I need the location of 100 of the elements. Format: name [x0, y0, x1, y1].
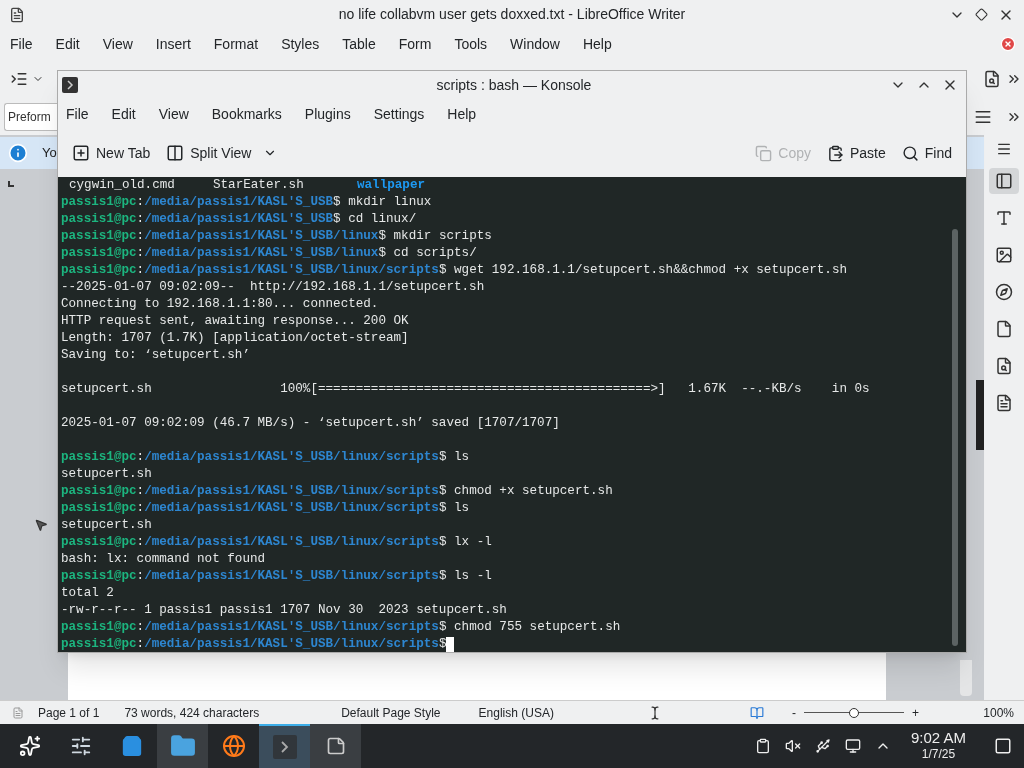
file-name: StarEater.sh	[213, 177, 305, 194]
image-icon	[995, 246, 1013, 264]
menu-item[interactable]: File	[66, 103, 89, 125]
taskbar-button[interactable]	[310, 724, 361, 768]
menu-item[interactable]: Settings	[373, 103, 425, 125]
menu-item[interactable]: Format	[213, 33, 259, 55]
zoom-percent: 100%	[983, 704, 1014, 722]
scrollbar[interactable]	[952, 229, 958, 646]
window-title: scripts : bash — Konsole	[435, 75, 593, 95]
terminal-icon	[272, 735, 297, 759]
store-icon	[120, 735, 143, 757]
zoom-in-button[interactable]: +	[911, 703, 919, 722]
menu-item[interactable]: Window	[510, 33, 560, 55]
toolbar-button[interactable]: Find	[893, 138, 960, 168]
launcher-icon	[18, 735, 41, 757]
terminal-line: bash: lx: command not found	[61, 551, 266, 568]
menu-item[interactable]: Plugins	[304, 103, 351, 125]
terminal-line: setupcert.sh	[61, 466, 152, 483]
page-icon	[995, 320, 1013, 338]
settings-icon	[69, 735, 92, 757]
terminal-line: passis1@pc:/media/passis1/KASL'S_USB/linux/scripts$ wget 192.168.1.1/setupcert.sh&&chmod +x setupcert.sh	[61, 262, 847, 279]
terminal-app-icon	[62, 77, 78, 93]
menu-item[interactable]: File	[10, 33, 33, 55]
browser-icon	[221, 734, 246, 758]
terminal-line: Saving to: ‘setupcert.sh’	[61, 347, 250, 364]
copy-icon	[755, 144, 773, 162]
toolbar-button[interactable]: New Tab	[64, 138, 159, 168]
infobar-text: Yo	[42, 144, 57, 163]
terminal-line: --2025-01-07 09:02:09-- http://192.168.1.1/setupcert.sh	[61, 279, 485, 296]
paste-icon	[826, 144, 844, 162]
terminal-line: 2025-01-07 09:02:09 (46.7 MB/s) - ‘setupcert.sh’ saved [1707/1707]	[61, 415, 560, 432]
page-style: Default Page Style	[341, 704, 441, 722]
view-layout-icon[interactable]	[749, 705, 764, 720]
document-icon	[995, 394, 1013, 412]
split-view-icon	[166, 144, 185, 162]
word-count: 73 words, 424 characters	[124, 704, 260, 722]
zoom-slider[interactable]	[803, 706, 904, 719]
save-status-icon	[12, 706, 24, 719]
terminal-line: setupcert.sh 100%[============================================>] 1.67K --.-KB/s in 0s	[61, 381, 870, 398]
terminal-line: passis1@pc:/media/passis1/KASL'S_USB/linux/scripts$ lx -l	[61, 534, 492, 551]
clipboard-icon[interactable]	[754, 738, 771, 754]
panel-icon	[995, 172, 1013, 190]
menu-item[interactable]: Help	[447, 103, 477, 125]
terminal-line: passis1@pc:/media/passis1/KASL'S_USB/linux$ mkdir scripts	[61, 228, 492, 245]
folder-icon	[169, 733, 196, 759]
terminal-line: -rw-r--r-- 1 passis1 passis1 1707 Nov 30 2023 setupcert.sh	[61, 602, 507, 619]
menu-icon[interactable]	[996, 141, 1012, 157]
paragraph-style-field[interactable]: Preform	[4, 103, 57, 131]
terminal-output[interactable]	[58, 177, 966, 652]
terminal-line: HTTP request sent, awaiting response... 200 OK	[61, 313, 409, 330]
info-icon	[8, 143, 28, 163]
volume-muted-icon[interactable]	[784, 738, 801, 754]
file-name: wallpaper	[357, 177, 426, 194]
show-desktop-icon[interactable]	[994, 737, 1012, 755]
menu-item[interactable]: Edit	[111, 103, 136, 125]
terminal-line: passis1@pc:/media/passis1/KASL'S_USB$ cd linux/	[61, 211, 417, 228]
menu-item[interactable]: View	[158, 103, 189, 125]
document-icon	[9, 6, 25, 23]
menu-item[interactable]: Bookmarks	[211, 103, 282, 125]
toolbar-button[interactable]: Split View	[158, 138, 286, 168]
terminal-line: setupcert.sh	[61, 517, 152, 534]
menu-item[interactable]: Table	[342, 33, 376, 55]
page-search-icon	[995, 357, 1013, 375]
new-tab-icon	[72, 144, 90, 162]
terminal-line: passis1@pc:/media/passis1/KASL'S_USB/linux/scripts$ ls	[61, 500, 470, 517]
terminal-line: total 2	[61, 585, 114, 602]
compass-icon	[995, 283, 1013, 301]
zoom-out-button[interactable]: -	[791, 703, 796, 722]
zoom-thumb[interactable]	[848, 707, 859, 718]
menu-item[interactable]: View	[102, 33, 133, 55]
sidebar-handle[interactable]	[976, 379, 984, 450]
menu-item[interactable]: Styles	[281, 33, 320, 55]
network-icon[interactable]	[844, 738, 861, 754]
clock-time[interactable]: 9:02 AM	[910, 730, 966, 746]
sidebar-tab[interactable]	[989, 168, 1019, 194]
terminal-line: passis1@pc:/media/passis1/KASL'S_USB$ mkdir linux	[61, 194, 432, 211]
menu-item[interactable]: Insert	[155, 33, 191, 55]
close-document-icon[interactable]	[1000, 36, 1016, 52]
clock-date[interactable]: 1/7/25	[921, 746, 956, 762]
menu-item[interactable]: Tools	[454, 33, 488, 55]
terminal-line: passis1@pc:/media/passis1/KASL'S_USB/linux/scripts$ chmod +x setupcert.sh	[61, 483, 613, 500]
text-icon	[995, 209, 1013, 227]
menu-item[interactable]: Help	[582, 33, 612, 55]
maximize-button[interactable]	[975, 8, 988, 21]
search-icon	[901, 144, 919, 162]
window-title: no life collabvm user gets doxxed.txt - LibreOffice Writer	[337, 5, 687, 24]
file-name: cygwin_old.cmd	[69, 177, 176, 194]
language: English (USA)	[478, 704, 554, 722]
terminal-line: Connecting to 192.168.1.1:80... connected.	[61, 296, 379, 313]
terminal-line: passis1@pc:/media/passis1/KASL'S_USB/linux/scripts$	[61, 636, 447, 652]
usb-icon[interactable]	[814, 738, 831, 754]
menu-item[interactable]: Edit	[55, 33, 80, 55]
toolbar-button[interactable]: Paste	[818, 138, 894, 168]
tab-stop-icon	[8, 181, 14, 187]
note-icon	[325, 736, 346, 756]
scrollbar[interactable]	[960, 660, 972, 696]
menu-item[interactable]: Form	[398, 33, 432, 55]
toolbar-icon[interactable]	[983, 70, 1001, 88]
align-icon[interactable]	[974, 108, 992, 126]
list-icon[interactable]	[10, 70, 28, 88]
